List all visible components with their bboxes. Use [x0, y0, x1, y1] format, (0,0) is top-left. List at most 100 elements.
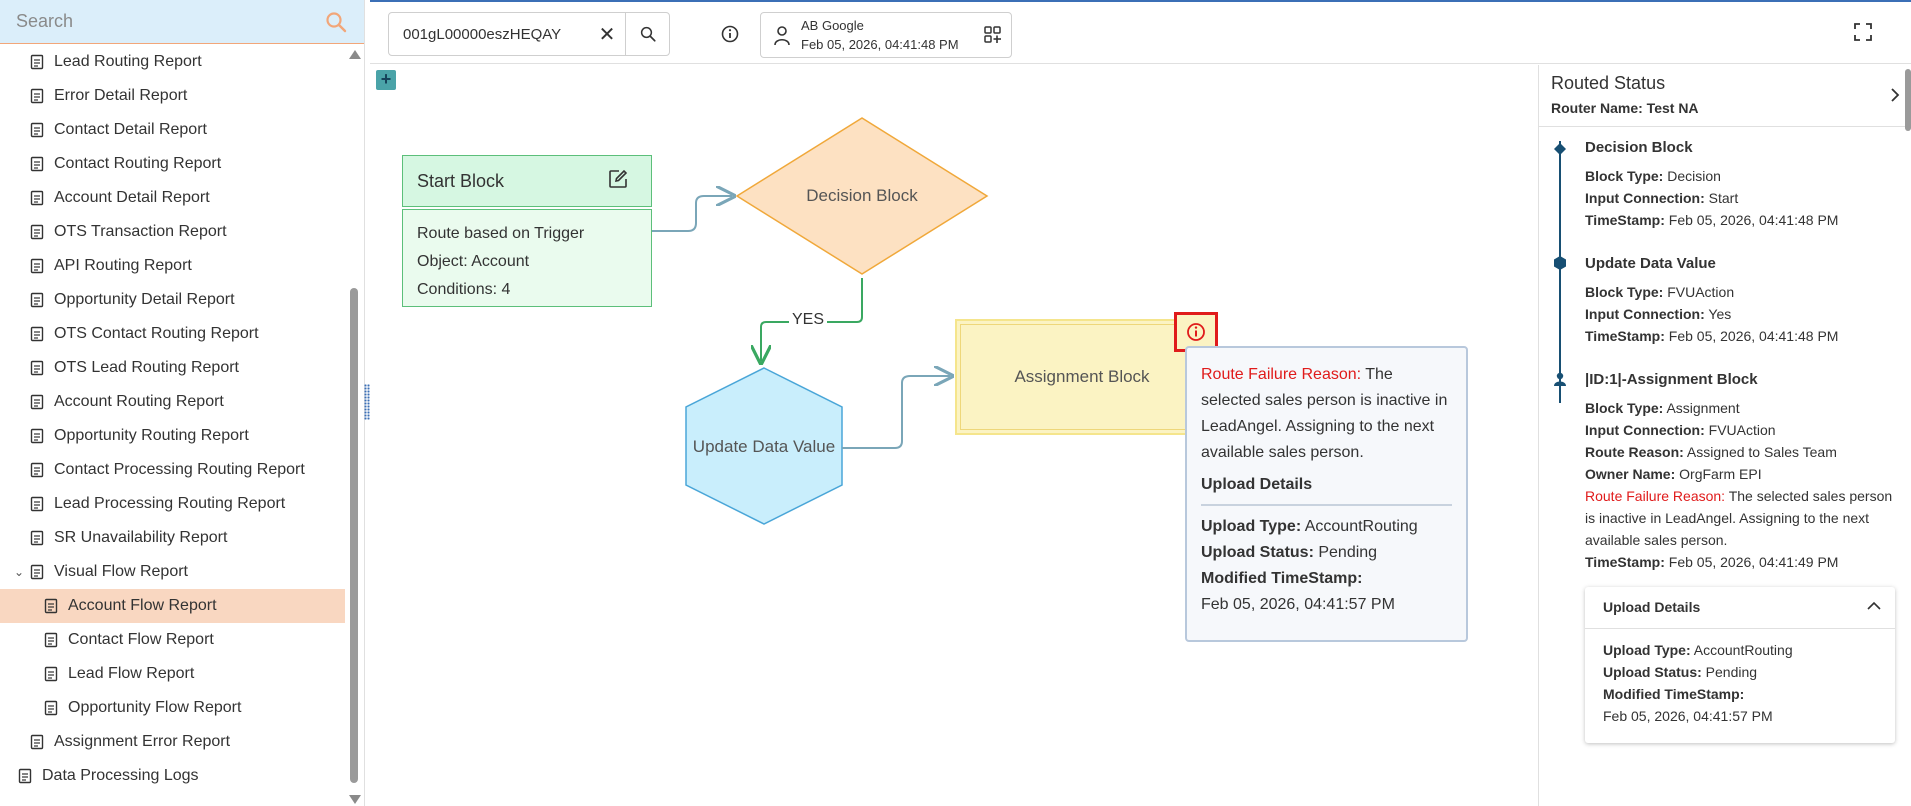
sidebar-item-account-detail-report[interactable]: Account Detail Report: [0, 181, 345, 215]
api-icon: [30, 258, 46, 274]
sidebar-item-label: Assignment Error Report: [54, 733, 231, 750]
step-field: TimeStamp: Feb 05, 2026, 04:41:49 PM: [1585, 551, 1895, 573]
router-name: Router Name: Test NA: [1551, 100, 1699, 116]
bar-chart-icon: [30, 156, 46, 172]
upload-type-label: Upload Type:: [1603, 642, 1691, 658]
edit-icon[interactable]: [607, 168, 629, 190]
contact-processing-icon: [30, 462, 46, 478]
sidebar-item-label: Opportunity Routing Report: [54, 427, 249, 444]
record-id-field[interactable]: 001gL00000eszHEQAY ✕: [388, 12, 670, 56]
sidebar-item-label: Data Processing Logs: [42, 767, 199, 784]
sidebar-item-contact-flow-report[interactable]: Contact Flow Report: [0, 623, 345, 657]
sidebar-item-ots-contact-routing-report[interactable]: OTS Contact Routing Report: [0, 317, 345, 351]
sidebar-item-ots-transaction-report[interactable]: OTS Transaction Report: [0, 215, 345, 249]
decision-block-label[interactable]: Decision Block: [762, 186, 962, 206]
sidebar-item-visual-flow-report[interactable]: ⌄ Visual Flow Report: [0, 555, 345, 589]
field-label: Block Type:: [1585, 168, 1664, 184]
step-title: Update Data Value: [1585, 255, 1716, 272]
step-field: Owner Name: OrgFarm EPI: [1585, 463, 1895, 485]
field-value: Feb 05, 2026, 04:41:48 PM: [1668, 328, 1839, 344]
sidebar-item-opportunity-detail-report[interactable]: Opportunity Detail Report: [0, 283, 345, 317]
sidebar-item-api-routing-report[interactable]: API Routing Report: [0, 249, 345, 283]
sidebar-item-opportunity-routing-report[interactable]: Opportunity Routing Report: [0, 419, 345, 453]
sidebar-item-sr-unavailability-report[interactable]: SR Unavailability Report: [0, 521, 345, 555]
connector-update-assign: [842, 376, 950, 449]
person-icon: [774, 26, 790, 46]
sidebar-item-opportunity-flow-report[interactable]: Opportunity Flow Report: [0, 691, 345, 725]
sidebar-item-data-processing-logs[interactable]: Data Processing Logs: [0, 759, 345, 793]
popup-failure-label: Route Failure Reason:: [1201, 366, 1362, 383]
chevron-right-icon[interactable]: [1889, 87, 1901, 103]
fullscreen-icon[interactable]: [1853, 22, 1873, 42]
sidebar-item-contact-routing-report[interactable]: Contact Routing Report: [0, 147, 345, 181]
record-id-value[interactable]: 001gL00000eszHEQAY: [389, 26, 589, 43]
scroll-up-arrow-icon[interactable]: [349, 50, 361, 59]
sidebar-item-label: Contact Detail Report: [54, 121, 207, 138]
search-input[interactable]: Search: [16, 11, 324, 32]
chevron-up-icon[interactable]: [1867, 601, 1881, 611]
update-block-label[interactable]: Update Data Value: [675, 437, 853, 457]
popup-upload-title: Upload Details: [1201, 476, 1313, 493]
sidebar-item-assignment-error-report[interactable]: Assignment Error Report: [0, 725, 345, 759]
upload-details-header[interactable]: Upload Details: [1585, 587, 1895, 629]
chevron-down-icon[interactable]: ⌄: [14, 565, 28, 579]
sidebar-item-lead-processing-routing-report[interactable]: Lead Processing Routing Report: [0, 487, 345, 521]
upload-details-body: Upload Type: AccountRouting Upload Statu…: [1585, 629, 1895, 737]
sidebar-item-ots-lead-routing-report[interactable]: OTS Lead Routing Report: [0, 351, 345, 385]
sidebar-scrollbar[interactable]: [349, 48, 361, 806]
upload-details-title: Upload Details: [1603, 599, 1701, 615]
sidebar-item-error-detail-report[interactable]: Error Detail Report: [0, 79, 345, 113]
contact-report-icon: [30, 122, 46, 138]
account-flow-icon: [44, 598, 60, 614]
upload-status-label: Upload Status:: [1603, 664, 1702, 680]
clear-icon[interactable]: ✕: [589, 13, 625, 55]
upload-type-value: AccountRouting: [1693, 642, 1793, 658]
field-label: Route Failure Reason:: [1585, 488, 1726, 504]
opportunity-routing-icon: [30, 428, 46, 444]
step-field: Block Type: Assignment: [1585, 397, 1895, 419]
step-field: Input Connection: Start: [1585, 187, 1838, 209]
sidebar-item-contact-detail-report[interactable]: Contact Detail Report: [0, 113, 345, 147]
routed-status-panel: Routed Status Router Name: Test NA Decis…: [1538, 65, 1911, 806]
step-field: Input Connection: FVUAction: [1585, 419, 1895, 441]
sidebar-item-lead-routing-report[interactable]: Lead Routing Report: [0, 45, 345, 79]
scroll-down-arrow-icon[interactable]: [349, 795, 361, 804]
start-block-title: Start Block: [417, 171, 505, 191]
account-selector[interactable]: AB Google Feb 05, 2026, 04:41:48 PM: [760, 12, 1012, 58]
info-icon[interactable]: [720, 24, 740, 44]
popup-modified-label: Modified TimeStamp:: [1201, 570, 1363, 587]
panel-scrollbar-thumb[interactable]: [1905, 69, 1911, 131]
field-label: Input Connection:: [1585, 422, 1705, 438]
lead-flow-icon: [44, 666, 60, 682]
start-block-line: Conditions: 4: [417, 281, 511, 298]
flow-canvas[interactable]: + Start Block Route based on Trigger Obj…: [370, 65, 1538, 806]
assignment-block[interactable]: Assignment Block: [955, 319, 1209, 435]
ots-contact-icon: [30, 326, 46, 342]
opportunity-flow-icon: [44, 700, 60, 716]
search-button[interactable]: [625, 13, 669, 55]
yes-label: YES: [789, 311, 827, 329]
search-icon[interactable]: [324, 10, 348, 34]
field-value: Decision: [1667, 168, 1721, 184]
sidebar-item-contact-processing-routing-report[interactable]: Contact Processing Routing Report: [0, 453, 345, 487]
popup-upload-status: Upload Status: Pending: [1201, 540, 1452, 566]
sidebar-item-label: Error Detail Report: [54, 87, 188, 104]
sidebar-item-label: OTS Transaction Report: [54, 223, 227, 240]
routed-status-title: Routed Status: [1551, 73, 1666, 93]
panel-scrollbar[interactable]: [1905, 65, 1911, 145]
step-field: Route Reason: Assigned to Sales Team: [1585, 441, 1895, 463]
sidebar-search[interactable]: Search: [0, 0, 364, 44]
add-widget-icon[interactable]: [983, 25, 1003, 45]
popup-upload-type: Upload Type: AccountRouting: [1201, 514, 1452, 540]
sidebar-item-account-flow-report[interactable]: Account Flow Report: [0, 589, 345, 623]
account-timestamp: Feb 05, 2026, 04:41:48 PM: [801, 37, 959, 52]
step-field: TimeStamp: Feb 05, 2026, 04:41:48 PM: [1585, 325, 1838, 347]
start-block-body[interactable]: Route based on Trigger Object: Account C…: [402, 209, 652, 307]
sidebar-item-label: OTS Contact Routing Report: [54, 325, 259, 342]
sidebar-item-account-routing-report[interactable]: Account Routing Report: [0, 385, 345, 419]
field-value: FVUAction: [1708, 422, 1776, 438]
scrollbar-thumb[interactable]: [350, 288, 358, 783]
sidebar-item-label: Contact Flow Report: [68, 631, 214, 648]
sidebar-item-lead-flow-report[interactable]: Lead Flow Report: [0, 657, 345, 691]
start-block-header[interactable]: Start Block: [402, 155, 652, 207]
